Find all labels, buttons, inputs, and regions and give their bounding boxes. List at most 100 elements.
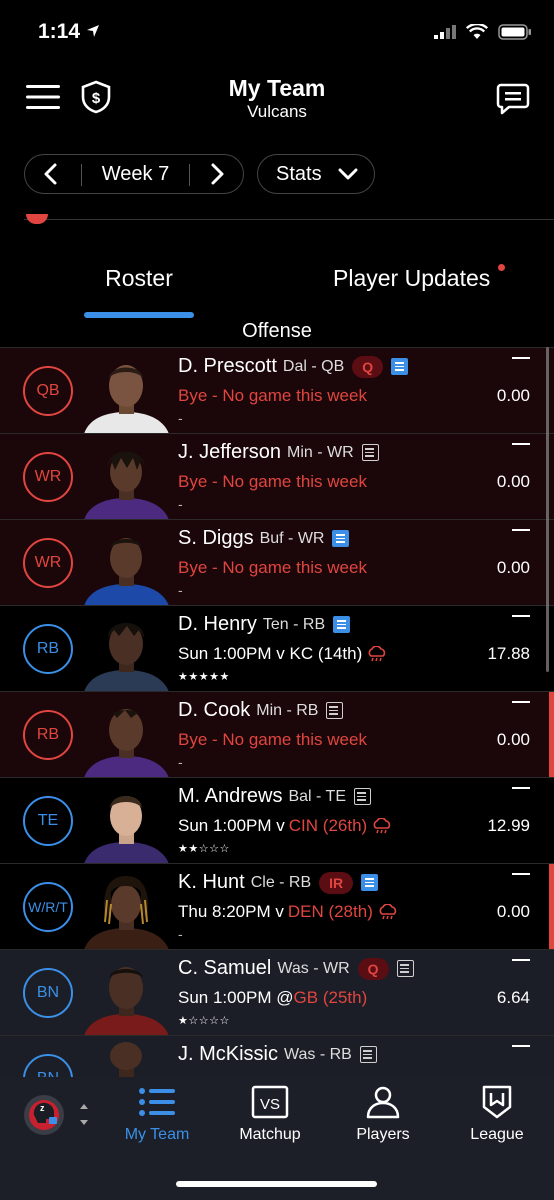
player-headshot xyxy=(84,538,169,606)
weather-rain-icon xyxy=(368,646,386,662)
week-selector: Week 7 xyxy=(24,154,244,194)
game-info: Bye - No game this week xyxy=(178,558,367,577)
player-row[interactable]: WR S. Diggs Buf - WR Bye - No game this … xyxy=(0,519,554,606)
projection-placeholder xyxy=(512,443,530,445)
news-note-icon[interactable] xyxy=(391,358,409,375)
player-name[interactable]: C. Samuel xyxy=(178,957,271,980)
tab-label: Matchup xyxy=(239,1126,301,1143)
fantasy-points: 0.00 xyxy=(496,472,530,491)
news-note-icon[interactable] xyxy=(332,530,350,547)
alert-bar xyxy=(549,692,554,777)
chat-icon[interactable] xyxy=(496,82,530,116)
projection-placeholder xyxy=(512,701,530,703)
tab-active-indicator xyxy=(84,312,194,318)
tab-league[interactable]: League xyxy=(442,1085,552,1144)
player-team-position: Cle - RB xyxy=(250,873,312,891)
game-detail: - xyxy=(178,754,183,770)
player-team-position: Was - WR xyxy=(277,959,350,977)
svg-text:VS: VS xyxy=(260,1096,280,1113)
opponent-rank: CIN (26th) xyxy=(288,816,368,835)
team-switcher[interactable]: z xyxy=(22,1093,94,1142)
player-name[interactable]: D. Cook xyxy=(178,699,250,722)
position-slot[interactable]: BN xyxy=(23,968,73,1018)
news-note-icon[interactable] xyxy=(353,788,371,805)
player-row[interactable]: W/R/T K. Hunt Cle - RB IR Thu 8:20PM v D… xyxy=(0,863,554,950)
tab-player-updates[interactable]: Player Updates xyxy=(333,265,490,292)
tab-roster[interactable]: Roster xyxy=(84,265,194,292)
list-icon xyxy=(139,1088,175,1116)
player-name[interactable]: D. Prescott xyxy=(178,355,277,378)
game-info: Sun 1:00PM @ GB (25th) xyxy=(178,988,367,1008)
player-team-position: Min - RB xyxy=(256,701,319,719)
chevron-right-icon[interactable] xyxy=(205,162,229,186)
game-detail: - xyxy=(178,582,183,598)
tab-my-team[interactable]: My Team xyxy=(102,1085,212,1144)
player-team-position: Min - WR xyxy=(287,443,354,461)
player-name[interactable]: K. Hunt xyxy=(178,871,245,894)
status-badge: Q xyxy=(357,957,389,980)
status-icons xyxy=(434,24,532,40)
player-headshot xyxy=(84,709,169,778)
game-detail: - xyxy=(178,410,183,426)
player-headshot xyxy=(84,967,169,1036)
home-indicator[interactable] xyxy=(176,1181,377,1187)
player-headshot xyxy=(84,796,169,864)
news-note-icon[interactable] xyxy=(359,1046,377,1063)
player-team-position: Bal - TE xyxy=(288,787,346,805)
player-headshot xyxy=(84,365,169,434)
game-time: Sun 1:00PM v xyxy=(178,816,285,835)
position-slot[interactable]: RB xyxy=(23,710,73,760)
player-team-position: Buf - WR xyxy=(259,529,325,547)
fantasy-points: 0.00 xyxy=(496,558,530,577)
position-slot[interactable]: WR xyxy=(23,538,73,588)
team-logo-icon: z xyxy=(24,1095,88,1135)
player-name[interactable]: M. Andrews xyxy=(178,785,282,808)
fantasy-points: 6.64 xyxy=(496,988,530,1007)
player-name[interactable]: J. McKissic xyxy=(178,1043,278,1066)
week-label[interactable]: Week 7 xyxy=(82,163,189,186)
position-slot[interactable]: TE xyxy=(23,796,73,846)
tab-matchup[interactable]: VS Matchup xyxy=(215,1085,325,1144)
position-slot[interactable]: QB xyxy=(23,366,73,416)
game-detail: - xyxy=(178,496,183,512)
player-team-position: Was - RB xyxy=(284,1045,352,1063)
alert-bar xyxy=(549,864,554,949)
position-slot[interactable]: W/R/T xyxy=(23,882,73,932)
player-row[interactable]: WR J. Jefferson Min - WR Bye - No game t… xyxy=(0,433,554,520)
stats-label: Stats xyxy=(276,163,322,185)
weather-rain-icon xyxy=(379,904,397,920)
projection-placeholder xyxy=(512,787,530,789)
game-info: Bye - No game this week xyxy=(178,472,367,491)
player-row[interactable]: RB D. Henry Ten - RB Sun 1:00PM v KC (14… xyxy=(0,605,554,692)
stats-dropdown[interactable]: Stats xyxy=(257,154,375,194)
news-note-icon[interactable] xyxy=(361,874,379,891)
projection-placeholder xyxy=(512,873,530,875)
game-time: Thu 8:20PM v xyxy=(178,902,284,921)
news-note-icon[interactable] xyxy=(333,616,351,633)
news-note-icon[interactable] xyxy=(396,960,414,977)
player-name[interactable]: J. Jefferson xyxy=(178,441,281,464)
player-row[interactable]: RB D. Cook Min - RB Bye - No game this w… xyxy=(0,691,554,778)
matchup-rating-stars: ★★☆☆☆ xyxy=(178,843,230,855)
versus-icon: VS xyxy=(251,1085,289,1119)
player-name[interactable]: S. Diggs xyxy=(178,527,254,550)
scrollbar[interactable] xyxy=(546,347,549,672)
news-note-icon[interactable] xyxy=(326,702,344,719)
person-icon xyxy=(366,1086,400,1119)
team-name: Vulcans xyxy=(247,102,307,121)
tab-label: League xyxy=(470,1126,524,1143)
opponent-rank: DEN (28th) xyxy=(287,902,373,921)
projection-placeholder xyxy=(512,1045,530,1047)
player-row[interactable]: BN C. Samuel Was - WR Q Sun 1:00PM @ GB … xyxy=(0,949,554,1036)
game-detail: - xyxy=(178,926,183,942)
tab-players[interactable]: Players xyxy=(328,1085,438,1144)
news-note-icon[interactable] xyxy=(361,444,379,461)
location-arrow-icon xyxy=(87,25,99,37)
chevron-left-icon[interactable] xyxy=(39,162,63,186)
player-name[interactable]: D. Henry xyxy=(178,613,257,636)
player-row[interactable]: TE M. Andrews Bal - TE Sun 1:00PM v CIN … xyxy=(0,777,554,864)
position-slot[interactable]: RB xyxy=(23,624,73,674)
position-slot[interactable]: WR xyxy=(23,452,73,502)
projection-placeholder xyxy=(512,529,530,531)
player-row[interactable]: QB D. Prescott Dal - QB Q Bye - No game … xyxy=(0,347,554,434)
